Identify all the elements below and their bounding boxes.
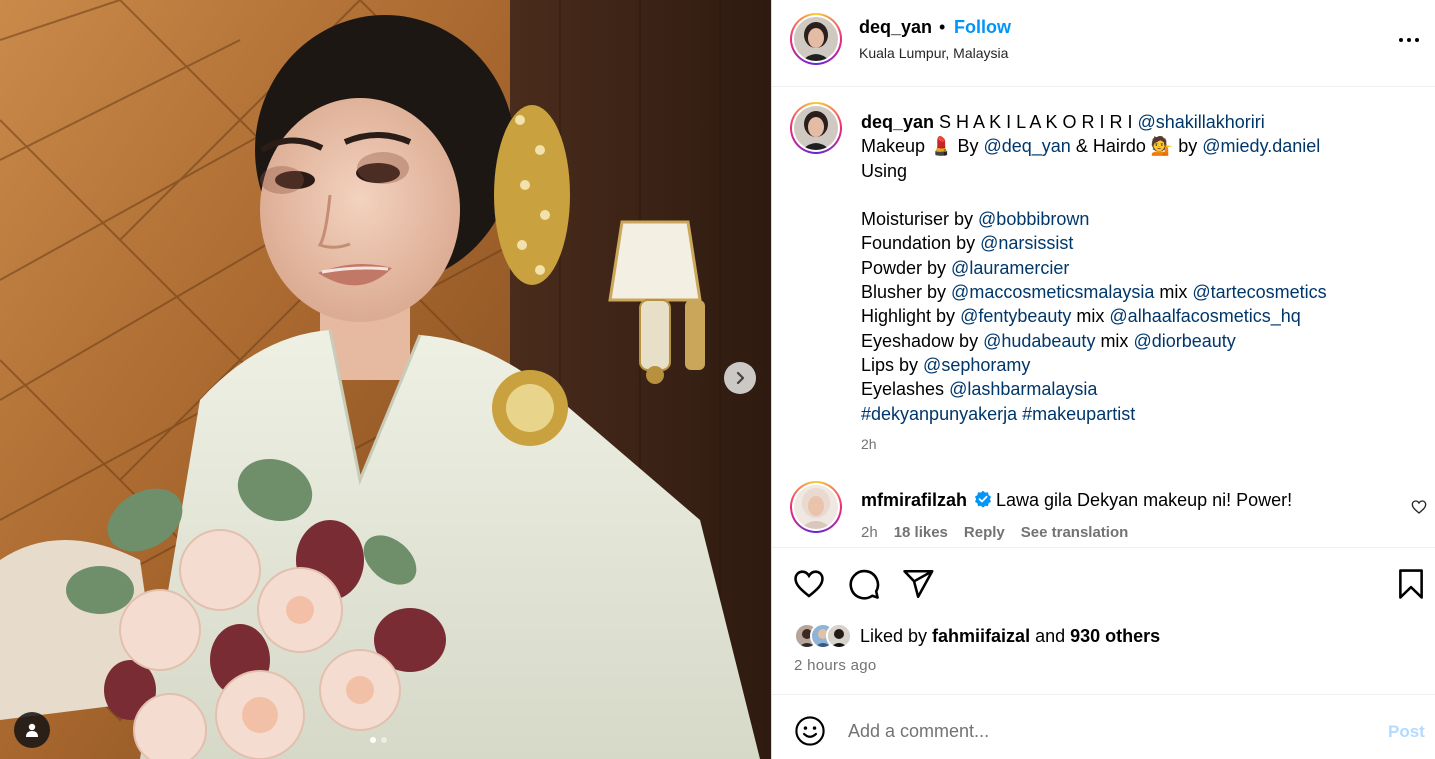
- comment-time[interactable]: 2h: [861, 524, 878, 541]
- bookmark-icon[interactable]: [1394, 567, 1428, 601]
- action-bar: [772, 548, 1435, 618]
- mention-link[interactable]: @narsissist: [980, 233, 1073, 253]
- carousel-dot: [381, 737, 387, 743]
- mention-link[interactable]: @miedy.daniel: [1202, 136, 1320, 156]
- mention-link[interactable]: @maccosmeticsmalaysia: [951, 282, 1154, 302]
- author-avatar[interactable]: [790, 13, 842, 65]
- comments-section[interactable]: deq_yan S H A K I L A K O R I R I @shaki…: [772, 88, 1435, 548]
- mention-link[interactable]: @lashbarmalaysia: [949, 379, 1097, 399]
- more-icon[interactable]: [1394, 30, 1424, 50]
- caption-text: S H A K I L A K O R I R I: [939, 112, 1138, 132]
- caption-text: Highlight by: [861, 306, 961, 327]
- see-translation-button[interactable]: See translation: [1021, 524, 1129, 541]
- caption-line: Foundation by @narsissist: [861, 231, 1401, 255]
- post-caption: deq_yan S H A K I L A K O R I R I @shaki…: [861, 110, 1401, 426]
- caption-text: Blusher by: [861, 282, 952, 303]
- carousel-dot-active: [370, 737, 376, 743]
- mention-link[interactable]: @bobbibrown: [978, 209, 1089, 229]
- caption-line: Lips by @sephoramy: [861, 353, 1401, 377]
- caption-author-avatar[interactable]: [790, 102, 842, 154]
- caption-text: Lips by: [861, 354, 924, 375]
- caption-text: & Hairdo 💁 by: [1070, 136, 1203, 157]
- post-side-panel: deq_yan • Follow Kuala Lumpur, Malaysia …: [771, 0, 1435, 759]
- caption-line: Blusher by @maccosmeticsmalaysia mix @ta…: [861, 280, 1401, 304]
- post-photo: [0, 0, 771, 759]
- caption-line: #dekyanpunyakerja #makeupartist: [861, 402, 1401, 426]
- caption-text: mix: [1095, 330, 1134, 351]
- caption-time[interactable]: 2h: [861, 436, 877, 452]
- likes-prefix: Liked by: [860, 625, 933, 646]
- author-username[interactable]: deq_yan: [859, 17, 932, 38]
- heart-icon[interactable]: [792, 567, 826, 601]
- caption-text: Powder by: [861, 257, 952, 278]
- caption-text: mix: [1154, 282, 1193, 303]
- follow-button[interactable]: Follow: [954, 17, 1011, 38]
- post-location[interactable]: Kuala Lumpur, Malaysia: [859, 45, 1008, 61]
- likes-middle: and: [1030, 625, 1071, 646]
- caption-line: deq_yan S H A K I L A K O R I R I @shaki…: [861, 110, 1401, 134]
- mention-link[interactable]: @sephoramy: [923, 355, 1030, 375]
- caption-line: Highlight by @fentybeauty mix @alhaalfac…: [861, 304, 1401, 328]
- caption-text: Moisturiser by: [861, 209, 979, 230]
- verified-icon: [975, 490, 991, 508]
- comment-heart-icon[interactable]: [1411, 499, 1427, 515]
- carousel-indicator: [370, 737, 387, 743]
- hashtag-link[interactable]: #dekyanpunyakerja: [861, 404, 1017, 424]
- post-comment-button[interactable]: Post: [1388, 722, 1425, 742]
- likes-text: Liked by fahmiifaizal and 930 others: [860, 626, 1160, 647]
- add-comment-bar: Post: [772, 694, 1435, 759]
- caption-text: Foundation by: [861, 233, 981, 254]
- tagged-users-button[interactable]: [14, 712, 50, 748]
- caption-text: Using: [861, 160, 908, 181]
- liked-by-user[interactable]: fahmiifaizal: [932, 626, 1030, 646]
- comment-icon[interactable]: [847, 567, 881, 601]
- comment-reply-button[interactable]: Reply: [964, 524, 1005, 541]
- hashtag-link[interactable]: #makeupartist: [1022, 404, 1135, 424]
- comment-text: Lawa gila Dekyan makeup ni! Power!: [996, 490, 1293, 510]
- mention-link[interactable]: @hudabeauty: [983, 331, 1095, 351]
- user-tag-icon: [26, 723, 38, 737]
- caption-line: Using: [861, 159, 1401, 183]
- comment-input[interactable]: [848, 717, 1368, 745]
- liker-avatar: [826, 623, 852, 649]
- mention-link[interactable]: @diorbeauty: [1133, 331, 1235, 351]
- emoji-icon[interactable]: [794, 715, 826, 747]
- mention-link[interactable]: @shakillakhoriri: [1137, 112, 1264, 132]
- post-time[interactable]: 2 hours ago: [794, 657, 877, 674]
- share-icon[interactable]: [901, 567, 935, 601]
- caption-line: Makeup 💄 By @deq_yan & Hairdo 💁 by @mied…: [861, 134, 1401, 158]
- comment-meta: 2h 18 likes Reply See translation: [861, 524, 1128, 541]
- mention-link[interactable]: @deq_yan: [983, 136, 1070, 156]
- commenter-username[interactable]: mfmirafilzah: [861, 490, 967, 511]
- separator-dot: •: [939, 17, 946, 37]
- mention-link[interactable]: @lauramercier: [951, 258, 1069, 278]
- post-header: deq_yan • Follow Kuala Lumpur, Malaysia: [772, 0, 1435, 87]
- commenter-avatar[interactable]: [790, 481, 842, 533]
- caption-text: Eyeshadow by: [861, 330, 984, 351]
- likes-summary: Liked by fahmiifaizal and 930 others: [794, 620, 1160, 652]
- mention-link[interactable]: @fentybeauty: [960, 306, 1071, 326]
- caption-line: Moisturiser by @bobbibrown: [861, 207, 1401, 231]
- caption-line: Eyelashes @lashbarmalaysia: [861, 377, 1401, 401]
- chevron-right-icon: [736, 371, 745, 385]
- caption-text: mix: [1071, 306, 1110, 327]
- caption-username[interactable]: deq_yan: [861, 112, 934, 132]
- likes-others[interactable]: 930 others: [1070, 626, 1160, 646]
- mention-link[interactable]: @tartecosmetics: [1192, 282, 1326, 302]
- caption-text: Makeup 💄 By: [861, 136, 984, 157]
- carousel-next-button[interactable]: [724, 362, 756, 394]
- caption-text: Eyelashes: [861, 379, 950, 400]
- post-media[interactable]: [0, 0, 771, 759]
- comment-likes[interactable]: 18 likes: [894, 524, 948, 541]
- mention-link[interactable]: @alhaalfacosmetics_hq: [1109, 306, 1300, 326]
- caption-line: Powder by @lauramercier: [861, 256, 1401, 280]
- caption-line: Eyeshadow by @hudabeauty mix @diorbeauty: [861, 329, 1401, 353]
